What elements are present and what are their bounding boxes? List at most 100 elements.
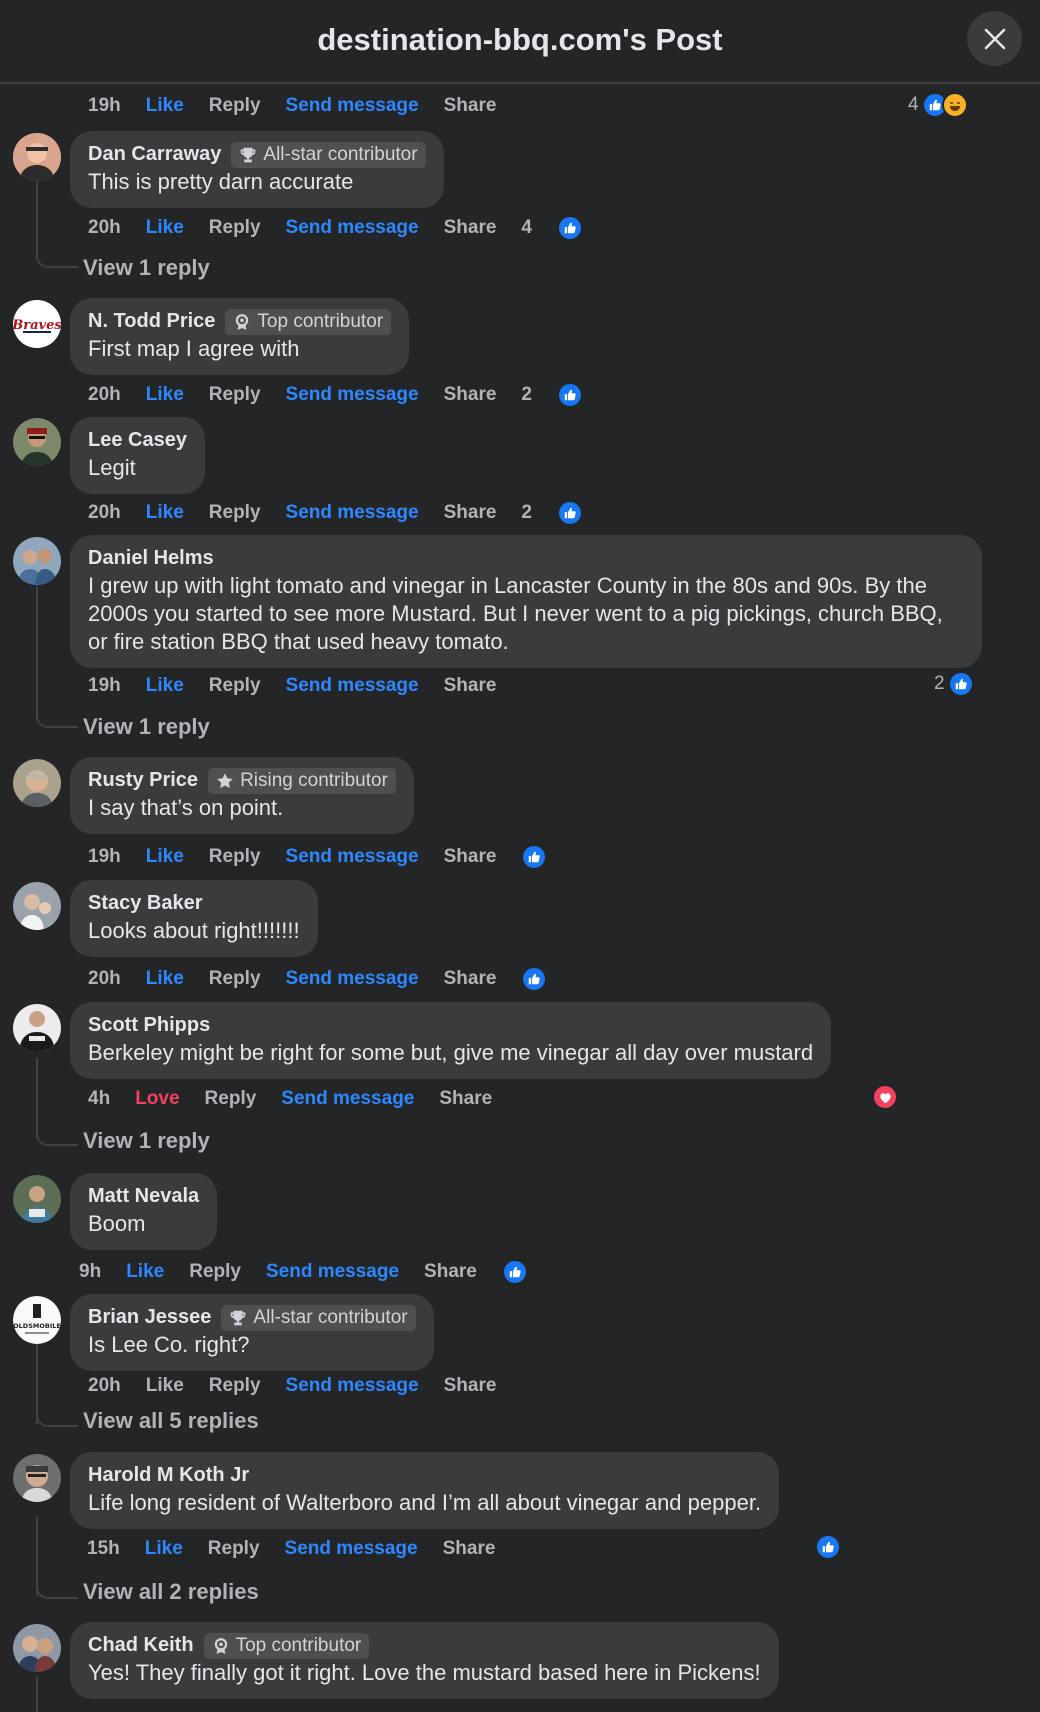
contributor-badge[interactable]: All-star contributor (231, 141, 426, 168)
avatar[interactable] (13, 882, 61, 930)
avatar[interactable]: Braves (13, 300, 61, 348)
share-button[interactable]: Share (444, 217, 497, 239)
send-message-button[interactable]: Send message (286, 384, 419, 406)
view-replies-link[interactable]: View 1 reply (83, 1128, 210, 1154)
reply-button[interactable]: Reply (209, 95, 261, 117)
share-button[interactable]: Share (439, 1088, 492, 1110)
send-message-button[interactable]: Send message (286, 217, 419, 239)
share-button[interactable]: Share (444, 968, 497, 990)
avatar[interactable] (13, 1004, 61, 1052)
share-button[interactable]: Share (444, 95, 497, 117)
share-button[interactable]: Share (444, 384, 497, 406)
reply-button[interactable]: Reply (209, 1375, 261, 1397)
share-button[interactable]: Share (424, 1261, 477, 1283)
view-replies-link[interactable]: View all 5 replies (83, 1408, 259, 1434)
send-message-button[interactable]: Send message (286, 968, 419, 990)
avatar[interactable]: OLDSMOBILE (13, 1296, 61, 1344)
action-row: 15h Like Reply Send message Share (87, 1538, 520, 1560)
comment-text: First map I agree with (88, 336, 300, 361)
reaction-summary[interactable] (521, 844, 572, 870)
heart-reaction-icon (872, 1084, 898, 1110)
close-button[interactable] (967, 11, 1022, 66)
contributor-badge[interactable]: Top contributor (203, 1632, 370, 1659)
avatar[interactable] (13, 133, 61, 181)
commenter-name[interactable]: Dan Carraway (88, 143, 221, 166)
commenter-name[interactable]: Harold M Koth Jr (88, 1464, 249, 1487)
like-button[interactable]: Like (146, 95, 184, 117)
reaction-summary[interactable] (501, 1259, 553, 1285)
reaction-summary[interactable] (815, 1534, 841, 1560)
comment-text: Berkeley might be right for some but, gi… (88, 1040, 814, 1065)
comment-time: 20h (88, 502, 121, 523)
send-message-button[interactable]: Send message (286, 846, 419, 868)
reply-button[interactable]: Reply (208, 1538, 260, 1560)
comment-time: 19h (88, 846, 121, 867)
like-button[interactable]: Like (146, 1375, 184, 1397)
like-button[interactable]: Like (146, 968, 184, 990)
action-row: 9h Like Reply Send message Share (79, 1259, 578, 1285)
like-button[interactable]: Like (146, 675, 184, 697)
reply-button[interactable]: Reply (189, 1261, 241, 1283)
reaction-summary[interactable]: 4 (908, 92, 968, 118)
reply-button[interactable]: Reply (209, 675, 261, 697)
comment-bubble: Matt Nevala Boom (70, 1173, 218, 1250)
action-row: 19h Like Reply Send message Share (88, 95, 521, 117)
like-button[interactable]: Like (126, 1261, 164, 1283)
like-button[interactable]: Like (146, 217, 184, 239)
like-button[interactable]: Like (146, 384, 184, 406)
view-replies-link[interactable]: View all 2 replies (83, 1579, 259, 1605)
reaction-summary[interactable]: 4 (521, 215, 608, 241)
reply-button[interactable]: Reply (209, 846, 261, 868)
send-message-button[interactable]: Send message (266, 1261, 399, 1283)
like-button[interactable]: Like (145, 1538, 183, 1560)
send-message-button[interactable]: Send message (285, 1538, 418, 1560)
reaction-count: 2 (934, 673, 945, 694)
share-button[interactable]: Share (444, 846, 497, 868)
commenter-name[interactable]: Rusty Price (88, 769, 198, 792)
reply-button[interactable]: Reply (209, 217, 261, 239)
love-button[interactable]: Love (135, 1088, 179, 1110)
share-button[interactable]: Share (444, 1375, 497, 1397)
avatar[interactable] (13, 418, 61, 466)
reaction-summary[interactable]: 2 (934, 671, 974, 697)
avatar[interactable] (13, 1175, 61, 1223)
avatar[interactable] (13, 759, 61, 807)
reaction-summary[interactable]: 2 (521, 500, 608, 526)
commenter-name[interactable]: N. Todd Price (88, 310, 215, 333)
contributor-badge[interactable]: All-star contributor (221, 1304, 416, 1331)
commenter-name[interactable]: Daniel Helms (88, 547, 214, 570)
avatar[interactable] (13, 1624, 61, 1672)
thread-line (36, 1058, 38, 1138)
comment-bubble: N. Todd Price Top contributor First map … (70, 298, 410, 375)
send-message-button[interactable]: Send message (286, 502, 419, 524)
reaction-summary[interactable] (521, 966, 572, 992)
send-message-button[interactable]: Send message (286, 95, 419, 117)
reply-button[interactable]: Reply (209, 384, 261, 406)
commenter-name[interactable]: Stacy Baker (88, 892, 203, 915)
like-button[interactable]: Like (146, 846, 184, 868)
send-message-button[interactable]: Send message (286, 1375, 419, 1397)
comment-text: I say that’s on point. (88, 795, 284, 820)
reply-button[interactable]: Reply (209, 968, 261, 990)
contributor-badge[interactable]: Top contributor (225, 308, 392, 335)
share-button[interactable]: Share (444, 502, 497, 524)
avatar[interactable] (13, 537, 61, 585)
view-replies-link[interactable]: View 1 reply (83, 255, 210, 281)
contributor-badge[interactable]: Rising contributor (208, 767, 396, 794)
commenter-name[interactable]: Scott Phipps (88, 1014, 210, 1037)
view-replies-link[interactable]: View 1 reply (83, 714, 210, 740)
commenter-name[interactable]: Chad Keith (88, 1634, 194, 1657)
send-message-button[interactable]: Send message (286, 675, 419, 697)
commenter-name[interactable]: Matt Nevala (88, 1185, 199, 1208)
commenter-name[interactable]: Lee Casey (88, 429, 187, 452)
like-button[interactable]: Like (146, 502, 184, 524)
commenter-name[interactable]: Brian Jessee (88, 1306, 211, 1329)
share-button[interactable]: Share (443, 1538, 496, 1560)
share-button[interactable]: Share (444, 675, 497, 697)
avatar[interactable] (13, 1454, 61, 1502)
send-message-button[interactable]: Send message (281, 1088, 414, 1110)
reaction-summary[interactable] (872, 1084, 898, 1110)
reply-button[interactable]: Reply (205, 1088, 257, 1110)
reply-button[interactable]: Reply (209, 502, 261, 524)
reaction-summary[interactable]: 2 (521, 382, 608, 408)
